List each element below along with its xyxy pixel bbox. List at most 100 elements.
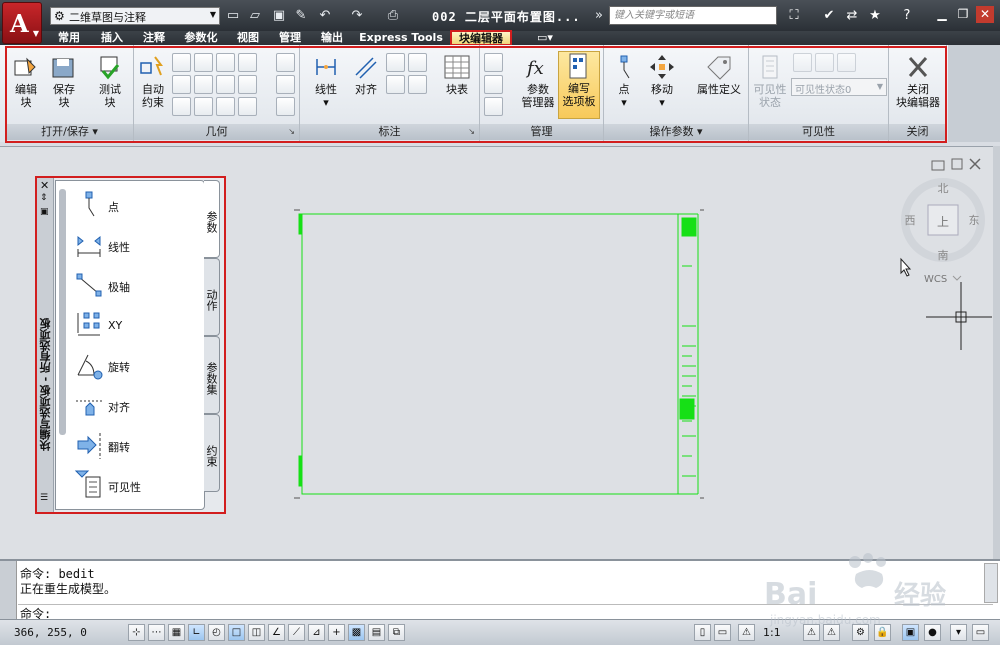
parameters-manager-button[interactable]: fx 参数 管理器 <box>518 53 558 109</box>
save-icon[interactable]: ▣ <box>270 7 288 25</box>
status-menu-icon[interactable]: ▾ <box>950 624 967 641</box>
palette-item-point[interactable]: 点 <box>70 187 200 223</box>
panel-title-dimension[interactable]: 标注 ↘ <box>300 124 479 140</box>
palette-item-alignment[interactable]: 对齐 <box>70 387 200 423</box>
tab-parametric[interactable]: 参数化 <box>180 31 222 45</box>
palette-item-flip[interactable]: 翻转 <box>70 427 200 463</box>
model-space-icon[interactable]: ▯ <box>694 624 711 641</box>
visibility-state-select[interactable]: 可见性状态0 ▼ <box>791 78 887 96</box>
constraint-status-icon[interactable] <box>484 97 503 116</box>
clean-screen-icon[interactable]: ▭ <box>972 624 989 641</box>
palette-item-polar[interactable]: 极轴 <box>70 267 200 303</box>
minimize-icon[interactable]: ▁ <box>933 6 951 23</box>
construction-geometry-icon[interactable] <box>484 75 503 94</box>
palette-item-linear[interactable]: 线性 <box>70 227 200 263</box>
tab-view[interactable]: 视图 <box>233 31 263 45</box>
block-authoring-palette[interactable]: ✕ ⇕ ▣ 块编写选项板 - 所有选项板 ☰ 点 线性 极轴 XY 旋转 对齐 <box>35 176 226 514</box>
workspace-select[interactable]: ⚙ 二维草图与注释 ▼ <box>50 7 220 25</box>
parallel-constraint-icon[interactable] <box>172 75 191 94</box>
help-icon[interactable]: ? <box>898 7 916 25</box>
tangent-constraint-icon[interactable] <box>172 97 191 116</box>
hardware-acceleration-icon[interactable]: ▣ <box>902 624 919 641</box>
annotation-scale-icon[interactable]: ⚠ <box>738 624 755 641</box>
dynamic-ucs-icon[interactable]: ⟋ <box>288 624 305 641</box>
favorites-star-icon[interactable]: ★ <box>866 7 884 25</box>
smooth-constraint-icon[interactable] <box>194 97 213 116</box>
palette-item-visibility[interactable]: 可见性 <box>70 467 200 503</box>
equal-constraint-icon[interactable] <box>238 97 257 116</box>
application-menu-button[interactable]: A ▼ <box>2 2 42 44</box>
palette-tab-parameters[interactable]: 参数 <box>204 180 220 258</box>
attribute-definition-button[interactable]: 属性定义 <box>692 53 746 96</box>
edit-block-button[interactable]: 编辑 块 <box>8 53 44 109</box>
viewcube[interactable]: 上 北 南 东 西 WCS <box>901 178 985 285</box>
palette-tab-actions[interactable]: 动作 <box>204 258 220 336</box>
ortho-mode-icon[interactable]: ∟ <box>188 624 205 641</box>
tab-output[interactable]: 输出 <box>317 31 347 45</box>
show-constraints-icon[interactable] <box>276 53 295 72</box>
restore-icon[interactable]: ❐ <box>954 6 972 23</box>
close-block-editor-button[interactable]: 关闭 块编辑器 <box>891 53 945 109</box>
authoring-palettes-button[interactable]: 编写 选项板 <box>558 51 600 119</box>
object-snap-icon[interactable]: □ <box>228 624 245 641</box>
binoculars-icon[interactable]: ⛶ <box>785 7 803 25</box>
palette-tab-constraints[interactable]: 约束 <box>204 414 220 492</box>
palette-properties-icon[interactable]: ▣ <box>40 207 49 217</box>
concentric-constraint-icon[interactable] <box>216 53 235 72</box>
tab-annotate[interactable]: 注释 <box>139 31 169 45</box>
command-input-row[interactable]: 命令: <box>18 604 993 621</box>
transparency-icon[interactable]: ▩ <box>348 624 365 641</box>
snap-mode-icon[interactable]: ⋯ <box>148 624 165 641</box>
panel-title-open-save[interactable]: 打开/保存 ▾ <box>6 124 133 140</box>
redo-icon[interactable]: ↷ <box>348 7 366 25</box>
dialog-launcher-icon[interactable]: ↘ <box>288 124 295 140</box>
collinear-constraint-icon[interactable] <box>194 53 213 72</box>
palette-title-strip[interactable]: ✕ ⇕ ▣ 块编写选项板 - 所有选项板 ☰ <box>37 178 54 512</box>
viewport-controls[interactable] <box>931 158 981 171</box>
palette-item-rotation[interactable]: 旋转 <box>70 347 200 383</box>
tab-express-tools[interactable]: Express Tools <box>359 31 443 45</box>
isolate-objects-icon[interactable]: ● <box>924 624 941 641</box>
quick-view-layouts-icon[interactable]: ▭ <box>714 624 731 641</box>
tab-insert[interactable]: 插入 <box>97 31 127 45</box>
lock-icon[interactable]: 🔒 <box>874 624 891 641</box>
fix-constraint-icon[interactable] <box>238 53 257 72</box>
exchange-icon[interactable]: ⇄ <box>843 7 861 25</box>
annotation-visibility-icon[interactable]: ⚠ <box>803 624 820 641</box>
ribbon-display-toggle-icon[interactable]: ▭▾ <box>533 31 557 45</box>
point-parameter-button[interactable]: 点 ▾ <box>608 53 640 109</box>
save-block-button[interactable]: 保存 块 <box>46 53 82 109</box>
quick-properties-icon[interactable]: ▤ <box>368 624 385 641</box>
chevron-down-icon[interactable] <box>952 275 962 281</box>
palette-menu-icon[interactable]: ☰ <box>40 493 48 503</box>
make-invisible-icon[interactable] <box>815 53 834 72</box>
dynamic-input-icon[interactable]: ⊿ <box>308 624 325 641</box>
close-palette-icon[interactable]: ✕ <box>40 179 49 192</box>
undo-icon[interactable]: ↶ <box>316 7 334 25</box>
palette-scrollbar[interactable] <box>59 189 66 435</box>
horizontal-constraint-icon[interactable] <box>216 75 235 94</box>
tab-block-editor[interactable]: 块编辑器 <box>450 30 512 46</box>
panel-title-geometry[interactable]: 几何 ↘ <box>134 124 299 140</box>
visibility-mode-icon[interactable] <box>837 53 856 72</box>
aligned-constraint-button[interactable]: 对齐 <box>346 53 386 96</box>
grid-display-icon[interactable]: ▦ <box>168 624 185 641</box>
block-drawing[interactable] <box>294 209 704 499</box>
tab-home[interactable]: 常用 <box>54 31 84 45</box>
object-snap-tracking-icon[interactable]: ∠ <box>268 624 285 641</box>
delete-constraints-icon[interactable] <box>484 53 503 72</box>
selection-cycling-icon[interactable]: ⧉ <box>388 624 405 641</box>
symmetric-constraint-icon[interactable] <box>216 97 235 116</box>
palette-tab-parameter-sets[interactable]: 参数集 <box>204 336 220 414</box>
close-window-icon[interactable]: ✕ <box>976 6 994 23</box>
wrench-icon[interactable]: ✔ <box>820 7 838 25</box>
linear-constraint-button[interactable]: 线性 ▾ <box>306 53 346 109</box>
palette-item-xy[interactable]: XY <box>70 307 200 343</box>
convert-constraint-icon[interactable] <box>408 75 427 94</box>
auto-constrain-button[interactable]: 自动 约束 <box>136 53 170 109</box>
command-window-grip[interactable] <box>0 561 17 619</box>
vertical-constraint-icon[interactable] <box>238 75 257 94</box>
search-input[interactable] <box>609 6 777 25</box>
annotation-scale-value[interactable]: 1:1 <box>763 626 781 639</box>
block-table-button[interactable]: 块表 <box>436 53 478 96</box>
